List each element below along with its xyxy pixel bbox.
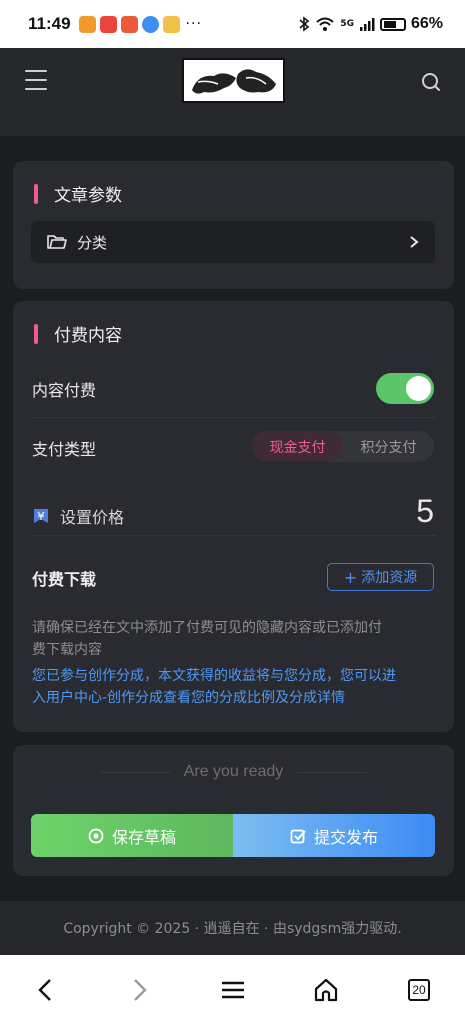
forward-button[interactable] bbox=[125, 975, 155, 1005]
paid-download-label: 付费下载 bbox=[32, 570, 97, 589]
network-type: 5G bbox=[340, 19, 354, 29]
menu-icon bbox=[222, 981, 244, 999]
paid-content-note: 请确保已经在文中添加了付费可见的隐藏内容或已添加付 费下载内容 bbox=[32, 617, 436, 661]
plus-icon: + bbox=[343, 567, 358, 587]
site-header bbox=[0, 48, 465, 136]
site-logo[interactable] bbox=[182, 58, 285, 103]
paid-content-card: 付费内容 内容付费 支付类型 现金支付 积分支付 设置价格 5 付费下载 + 添… bbox=[13, 301, 454, 732]
folder-icon bbox=[47, 235, 67, 249]
chevron-left-icon bbox=[38, 979, 51, 1001]
battery-percent: 66% bbox=[410, 15, 443, 32]
note-line: 请确保已经在文中添加了付费可见的隐藏内容或已添加付 bbox=[32, 620, 382, 636]
price-label: 设置价格 bbox=[60, 508, 125, 527]
copyright-text: Copyright © 2025 · 逍遥自在 · 由sydgsm强力驱动. bbox=[63, 921, 402, 937]
back-button[interactable] bbox=[30, 975, 60, 1005]
app-notification-icon bbox=[120, 15, 138, 33]
submit-publish-button[interactable]: 提交发布 bbox=[233, 814, 435, 857]
paid-content-header: 付费内容 bbox=[34, 321, 122, 346]
revenue-share-note[interactable]: 您已参与创作分成，本文获得的收益将与您分成，您可以进 入用户中心-创作分成查看您… bbox=[32, 665, 436, 709]
app-notification-icon bbox=[141, 15, 159, 33]
publish-actions-card: Are you ready 保存草稿 提交发布 bbox=[13, 745, 454, 876]
action-buttons: 保存草稿 提交发布 bbox=[31, 814, 435, 857]
toggle-knob bbox=[406, 376, 431, 401]
ready-prompt: Are you ready bbox=[13, 763, 454, 781]
site-footer: Copyright © 2025 · 逍遥自在 · 由sydgsm强力驱动. bbox=[0, 901, 465, 955]
more-notifications-icon: ··· bbox=[185, 16, 202, 32]
tab-count: 20 bbox=[408, 979, 430, 1001]
price-value[interactable]: 5 bbox=[416, 493, 434, 530]
battery-icon bbox=[379, 17, 406, 31]
search-icon[interactable] bbox=[421, 72, 441, 92]
wifi-icon bbox=[316, 17, 334, 31]
section-title: 付费内容 bbox=[54, 326, 122, 346]
save-draft-label: 保存草稿 bbox=[111, 827, 176, 847]
chevron-right-icon bbox=[410, 236, 419, 248]
category-label: 分类 bbox=[77, 233, 108, 252]
chevron-right-icon bbox=[134, 979, 147, 1001]
pay-type-cash[interactable]: 现金支付 bbox=[252, 431, 343, 462]
status-time: 11:49 bbox=[28, 14, 71, 33]
record-icon bbox=[88, 828, 104, 843]
browser-menu-button[interactable] bbox=[218, 975, 248, 1005]
pay-type-selector: 现金支付 积分支付 bbox=[252, 431, 434, 462]
divider bbox=[32, 417, 436, 418]
note-line: 入用户中心-创作分成查看您的分成比例及分成详情 bbox=[32, 690, 346, 706]
browser-nav-bar: 20 bbox=[0, 955, 465, 1024]
price-tag-icon bbox=[34, 509, 48, 523]
app-notification-icon bbox=[78, 15, 96, 33]
home-button[interactable] bbox=[311, 975, 341, 1005]
pay-type-points[interactable]: 积分支付 bbox=[343, 431, 434, 462]
price-label-row: 设置价格 bbox=[32, 504, 124, 528]
submit-publish-label: 提交发布 bbox=[313, 827, 378, 847]
checkbox-icon bbox=[290, 829, 306, 843]
ready-text: Are you ready bbox=[183, 763, 284, 780]
article-params-header: 文章参数 bbox=[34, 181, 122, 206]
tabs-button[interactable]: 20 bbox=[404, 975, 434, 1005]
signal-icon bbox=[359, 18, 375, 31]
divider bbox=[297, 771, 368, 773]
article-params-card: 文章参数 分类 bbox=[13, 161, 454, 289]
category-selector[interactable]: 分类 bbox=[31, 221, 435, 263]
note-line: 费下载内容 bbox=[32, 642, 102, 658]
divider bbox=[32, 535, 436, 536]
content-paid-toggle[interactable] bbox=[376, 373, 434, 404]
add-resource-button[interactable]: + 添加资源 bbox=[327, 563, 434, 591]
add-resource-label: 添加资源 bbox=[361, 570, 418, 586]
content-paid-label: 内容付费 bbox=[32, 381, 97, 400]
pay-type-label: 支付类型 bbox=[32, 440, 97, 459]
section-title: 文章参数 bbox=[54, 186, 122, 206]
bluetooth-icon bbox=[299, 16, 310, 32]
divider bbox=[99, 771, 170, 773]
app-notification-icon bbox=[162, 15, 180, 33]
logo-artwork-icon bbox=[184, 60, 283, 101]
menu-icon[interactable] bbox=[25, 70, 47, 90]
home-icon bbox=[314, 978, 338, 1002]
save-draft-button[interactable]: 保存草稿 bbox=[31, 814, 233, 857]
accent-bar bbox=[34, 323, 38, 344]
accent-bar bbox=[34, 183, 38, 204]
app-notification-icon bbox=[99, 15, 117, 33]
note-line: 您已参与创作分成，本文获得的收益将与您分成，您可以进 bbox=[32, 668, 396, 684]
status-bar: 11:49 ··· 5G 66% bbox=[0, 0, 465, 48]
